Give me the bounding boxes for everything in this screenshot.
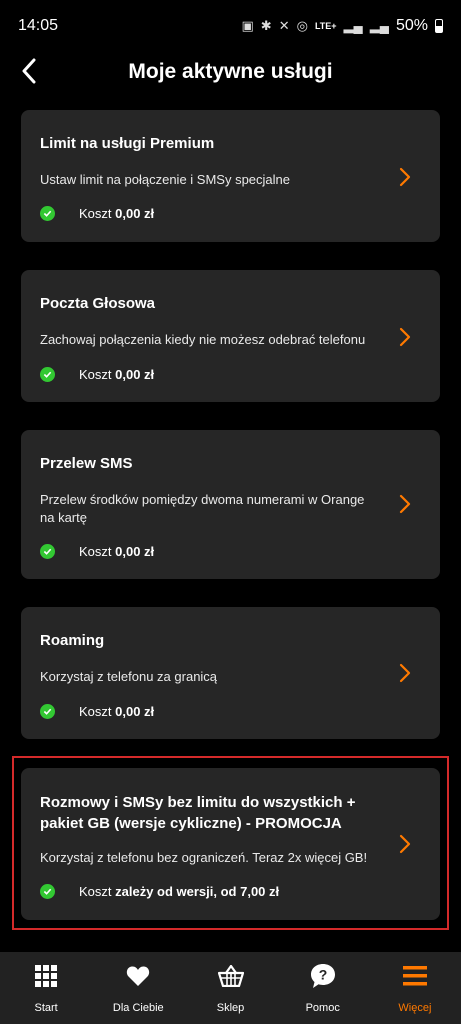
nav-start[interactable]: Start (0, 952, 92, 1024)
menu-icon (402, 963, 428, 989)
basket-icon (217, 963, 244, 989)
chevron-right-icon (399, 494, 411, 514)
cost-label: Koszt (79, 704, 116, 719)
service-card-voicemail[interactable]: Poczta Głosowa Zachowaj połączenia kiedy… (21, 270, 440, 402)
signal-icon-2: ▂▄ (369, 18, 389, 33)
check-icon (40, 367, 55, 382)
service-title: Przelew SMS (40, 455, 133, 472)
service-cost: Koszt 0,00 zł (40, 704, 154, 719)
cost-label: Koszt (79, 367, 116, 382)
status-icons: ▣ ✱ ✕ ◎ LTE+ ▂▄ ▂▄ 50% (241, 17, 443, 35)
bluetooth-icon: ✱ (260, 18, 272, 33)
service-cost: Koszt 0,00 zł (40, 206, 154, 221)
network-type: LTE+ (314, 21, 337, 31)
status-time: 14:05 (18, 17, 59, 34)
cost-label: Koszt (79, 206, 116, 221)
nav-label: Więcej (398, 1002, 432, 1014)
nav-dla-ciebie[interactable]: Dla Ciebie (92, 952, 184, 1024)
check-icon (40, 206, 55, 221)
help-bubble-icon: ? (310, 963, 336, 989)
grid-icon (33, 963, 59, 989)
service-title: Roaming (40, 632, 105, 649)
service-card-premium-limit[interactable]: Limit na usługi Premium Ustaw limit na p… (21, 110, 440, 242)
svg-text:?: ? (318, 967, 327, 983)
signal-icon: ▂▄ (343, 18, 363, 33)
mute-icon: ✕ (278, 18, 290, 33)
nav-sklep[interactable]: Sklep (184, 952, 276, 1024)
nav-wiecej[interactable]: Więcej (369, 952, 461, 1024)
service-title: Limit na usługi Premium (40, 135, 215, 152)
service-cost: Koszt 0,00 zł (40, 367, 154, 382)
header: Moje aktywne usługi (0, 52, 461, 94)
service-cost: Koszt 0,00 zł (40, 544, 154, 559)
nav-label: Start (34, 1002, 58, 1014)
bottom-nav: Start Dla Ciebie Sklep ? Pomoc Więcej (0, 952, 461, 1024)
check-icon (40, 544, 55, 559)
nav-label: Pomoc (305, 1002, 340, 1014)
nav-pomoc[interactable]: ? Pomoc (277, 952, 369, 1024)
nav-label: Dla Ciebie (112, 1002, 164, 1014)
cost-value: 0,00 zł (115, 367, 155, 382)
hotspot-icon: ◎ (296, 18, 308, 33)
service-description: Korzystaj z telefonu za granicą (40, 669, 218, 684)
service-description: Zachowaj połączenia kiedy nie możesz ode… (40, 332, 366, 347)
nav-label: Sklep (216, 1002, 245, 1014)
highlight-box (12, 756, 449, 930)
cost-value: 0,00 zł (115, 544, 155, 559)
service-title: Poczta Głosowa (40, 295, 156, 312)
heart-icon (125, 963, 151, 989)
service-description: Przelew środków pomiędzy dwoma numerami … (40, 492, 365, 525)
battery-percent: 50% (395, 17, 428, 34)
cost-label: Koszt (79, 544, 116, 559)
cost-value: 0,00 zł (115, 704, 155, 719)
battery-icon (435, 19, 443, 33)
page-title: Moje aktywne usługi (128, 60, 333, 83)
chevron-right-icon (399, 167, 411, 187)
service-card-roaming[interactable]: Roaming Korzystaj z telefonu za granicą … (21, 607, 440, 739)
status-bar: 14:05 ▣ ✱ ✕ ◎ LTE+ ▂▄ ▂▄ 50% (0, 0, 461, 52)
chevron-right-icon (399, 327, 411, 347)
service-card-sms-transfer[interactable]: Przelew SMS Przelew środków pomiędzy dwo… (21, 430, 440, 579)
sim-icon: ▣ (241, 18, 254, 33)
chevron-right-icon (399, 663, 411, 683)
check-icon (40, 704, 55, 719)
service-description: Ustaw limit na połączenie i SMSy specjal… (40, 172, 290, 187)
cost-value: 0,00 zł (115, 206, 155, 221)
